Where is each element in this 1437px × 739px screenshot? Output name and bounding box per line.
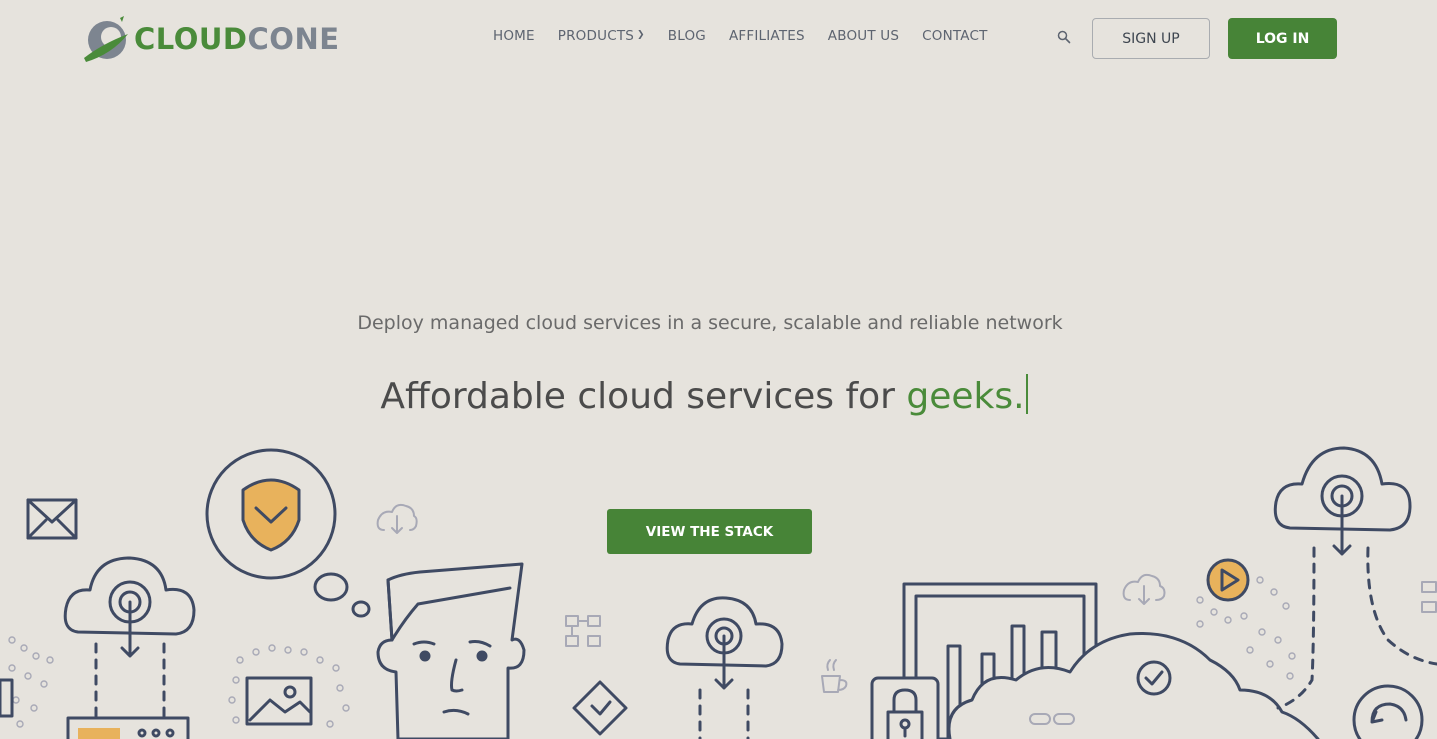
logo[interactable]: CLOUDCONE: [82, 14, 340, 64]
headline-accent: geeks.: [906, 376, 1025, 417]
signup-button[interactable]: SIGN UP: [1092, 18, 1210, 59]
lock-icon: [870, 676, 940, 739]
refresh-icon: [1352, 684, 1424, 739]
brand-name-part2: CONE: [247, 22, 340, 56]
hero-headline: Affordable cloud services for geeks.: [0, 374, 1408, 417]
search-icon[interactable]: [1057, 30, 1071, 44]
left-edge-device: [0, 678, 14, 718]
diamond-check-icon: [572, 680, 628, 736]
nav-products[interactable]: PRODUCTS ❯: [558, 28, 645, 44]
person-illustration: [376, 562, 526, 739]
cloud-upload-icon: [63, 556, 196, 739]
hero-illustration: [0, 446, 1437, 739]
nav-products-label: PRODUCTS: [557, 28, 635, 44]
nav-home[interactable]: HOME: [493, 28, 535, 44]
coffee-icon: [821, 659, 848, 693]
brand-name: CLOUDCONE: [134, 22, 340, 56]
nav-blog[interactable]: BLOG: [668, 28, 706, 44]
image-icon: [245, 676, 313, 726]
cloud-upload-right-icon: [1273, 446, 1437, 710]
headline-prefix: Affordable cloud services for: [380, 376, 907, 417]
play-icon: [1206, 558, 1250, 602]
brand-name-part1: CLOUD: [134, 22, 248, 56]
typing-cursor: [1025, 374, 1028, 414]
sitemap-icon-right: [1421, 581, 1437, 613]
view-the-stack-button[interactable]: VIEW THE STACK: [607, 509, 812, 554]
nav-affiliates[interactable]: AFFILIATES: [729, 28, 805, 44]
sitemap-icon: [565, 615, 601, 647]
cloud-upload-center-icon: [665, 596, 784, 739]
nav-about-us[interactable]: ABOUT US: [828, 28, 899, 44]
nav-contact[interactable]: CONTACT: [922, 28, 987, 44]
login-button[interactable]: LOG IN: [1228, 18, 1337, 59]
site-header: CLOUDCONE HOME PRODUCTS ❯ BLOG AFFILIATES…: [0, 0, 1437, 80]
cloud-download-icon: [376, 503, 418, 534]
cloud-download-icon-right: [1122, 573, 1166, 605]
shield-icon: [205, 448, 371, 618]
mail-icon: [26, 498, 78, 540]
cloudcone-logo-icon: [84, 16, 128, 62]
main-nav: HOME PRODUCTS ❯ BLOG AFFILIATES ABOUT US …: [493, 28, 1011, 44]
chevron-down-icon: ❯: [637, 30, 645, 40]
hero-subtitle: Deploy managed cloud services in a secur…: [357, 312, 1063, 334]
